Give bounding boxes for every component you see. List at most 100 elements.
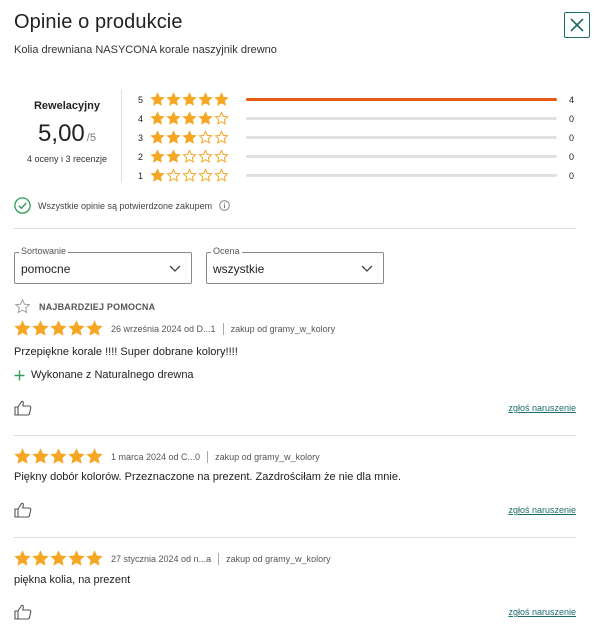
star-empty-icon xyxy=(198,130,213,144)
distribution-count: 0 xyxy=(569,170,575,181)
rating-scale: /5 xyxy=(86,132,96,144)
distribution-stars xyxy=(150,111,232,126)
distribution-bar xyxy=(246,136,557,139)
verified-notice: Wszystkie opinie są potwierdzone zakupem xyxy=(14,197,230,214)
review-text: Piękny dobór kolorów. Przeznaczone na pr… xyxy=(14,471,402,483)
star-filled-icon xyxy=(150,92,165,106)
review-divider xyxy=(14,435,576,436)
review-meta: 1 marca 2024 od C...0 zakup od gramy_w_k… xyxy=(14,448,320,465)
review-date-author: 26 września 2024 od D...1 xyxy=(111,323,216,334)
star-filled-icon xyxy=(166,92,181,106)
rating-filter-select[interactable]: Ocena wszystkie xyxy=(206,246,384,284)
rating-distribution: 5440302010 xyxy=(138,90,578,185)
review-text: piękna kolia, na prezent xyxy=(14,574,131,586)
review-purchase: zakup od gramy_w_kolory xyxy=(215,451,320,462)
distribution-stars-label: 4 xyxy=(138,113,144,124)
star-filled-icon xyxy=(198,111,213,125)
review-item: 26 września 2024 od D...1 zakup od gramy… xyxy=(14,318,576,418)
distribution-stars-label: 2 xyxy=(138,151,144,162)
chevron-down-icon xyxy=(361,265,373,272)
report-link[interactable]: zgłoś naruszenie xyxy=(508,403,576,413)
rating-count: 4 oceny i 3 recenzje xyxy=(26,154,108,164)
star-filled-icon xyxy=(50,550,67,566)
distribution-stars xyxy=(150,149,232,164)
distribution-bar xyxy=(246,117,557,120)
star-empty-icon xyxy=(214,130,229,144)
distribution-row[interactable]: 40 xyxy=(138,109,578,128)
summary-divider xyxy=(121,90,122,183)
review-meta: 27 stycznia 2024 od n...a zakup od gramy… xyxy=(14,550,331,567)
review-purchase: zakup od gramy_w_kolory xyxy=(230,323,336,334)
star-filled-icon xyxy=(14,448,31,464)
distribution-bar xyxy=(246,155,557,158)
star-empty-icon xyxy=(182,149,197,163)
star-filled-icon xyxy=(182,111,197,125)
review-date-author: 1 marca 2024 od C...0 xyxy=(111,451,201,462)
meta-separator xyxy=(222,322,224,335)
star-empty-icon xyxy=(214,111,229,125)
close-button[interactable] xyxy=(564,12,590,38)
star-filled-icon xyxy=(150,149,165,163)
section-divider xyxy=(14,228,576,229)
star-filled-icon xyxy=(32,448,49,464)
review-item: 1 marca 2024 od C...0 zakup od gramy_w_k… xyxy=(14,446,576,521)
report-link[interactable]: zgłoś naruszenie xyxy=(508,505,576,515)
distribution-count: 4 xyxy=(569,94,575,105)
star-empty-icon xyxy=(182,168,197,182)
sort-select[interactable]: Sortowanie pomocne xyxy=(14,246,192,284)
thumbs-up-icon[interactable] xyxy=(14,502,32,518)
review-pro-text: Wykonane z Naturalnego drewna xyxy=(31,369,194,381)
plus-icon xyxy=(14,370,25,380)
average-value: 5,00 xyxy=(38,120,85,147)
star-filled-icon xyxy=(68,550,85,566)
most-helpful-header: NAJBARDZIEJ POMOCNA xyxy=(14,298,155,315)
distribution-stars xyxy=(150,168,232,183)
star-filled-icon xyxy=(198,92,213,106)
rating-filter-label: Ocena xyxy=(211,246,242,256)
star-filled-icon xyxy=(166,149,181,163)
thumbs-up-icon[interactable] xyxy=(14,604,32,620)
average-rating: 5,00/5 xyxy=(14,120,120,148)
distribution-row[interactable]: 30 xyxy=(138,128,578,147)
rating-summary: Rewelacyjny 5,00/5 4 oceny i 3 recenzje xyxy=(14,92,120,164)
star-empty-icon xyxy=(198,168,213,182)
distribution-count: 0 xyxy=(569,132,575,143)
star-filled-icon xyxy=(182,130,197,144)
star-filled-icon xyxy=(86,550,103,566)
star-filled-icon xyxy=(14,550,31,566)
info-icon[interactable] xyxy=(219,200,230,211)
star-filled-icon xyxy=(86,448,103,464)
product-name: Kolia drewniana NASYCONA korale naszyjni… xyxy=(14,44,277,56)
distribution-row[interactable]: 20 xyxy=(138,147,578,166)
star-empty-icon xyxy=(214,168,229,182)
distribution-bar xyxy=(246,98,557,101)
most-helpful-label: NAJBARDZIEJ POMOCNA xyxy=(39,301,156,312)
review-item: 27 stycznia 2024 od n...a zakup od gramy… xyxy=(14,548,576,623)
star-filled-icon xyxy=(166,130,181,144)
star-filled-icon xyxy=(150,111,165,125)
star-empty-icon xyxy=(214,149,229,163)
star-filled-icon xyxy=(50,448,67,464)
star-filled-icon xyxy=(32,320,49,336)
check-circle-icon xyxy=(14,197,31,214)
star-badge-icon xyxy=(14,298,31,314)
report-link[interactable]: zgłoś naruszenie xyxy=(508,607,576,617)
star-filled-icon xyxy=(32,550,49,566)
page-title: Opinie o produkcie xyxy=(14,11,183,33)
star-empty-icon xyxy=(198,149,213,163)
distribution-stars-label: 3 xyxy=(138,132,144,143)
distribution-row[interactable]: 54 xyxy=(138,90,578,109)
star-filled-icon xyxy=(182,92,197,106)
distribution-bar-fill xyxy=(246,98,557,101)
star-filled-icon xyxy=(14,320,31,336)
sort-label: Sortowanie xyxy=(19,246,69,256)
review-purchase: zakup od gramy_w_kolory xyxy=(226,553,331,564)
review-divider xyxy=(14,537,576,538)
star-filled-icon xyxy=(150,168,165,182)
thumbs-up-icon[interactable] xyxy=(14,400,32,416)
review-stars xyxy=(14,320,103,337)
star-filled-icon xyxy=(214,92,229,106)
distribution-count: 0 xyxy=(569,113,575,124)
sort-value: pomocne xyxy=(21,262,71,276)
distribution-row[interactable]: 10 xyxy=(138,166,578,185)
